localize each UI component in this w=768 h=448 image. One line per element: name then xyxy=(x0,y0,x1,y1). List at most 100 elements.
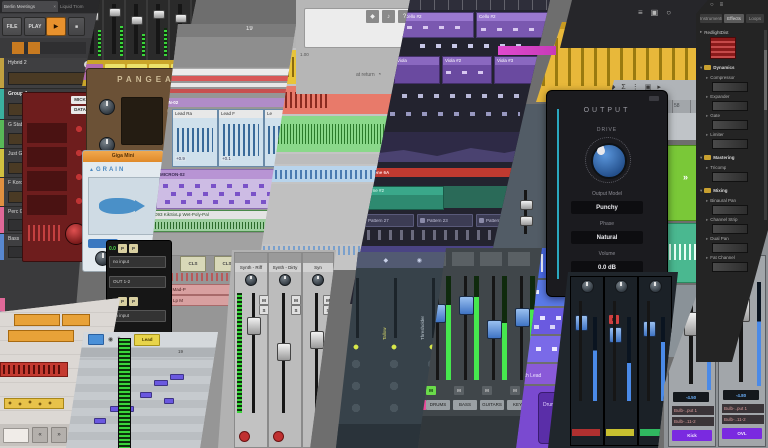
strip-fader-track[interactable] xyxy=(252,293,255,413)
fader-cap[interactable] xyxy=(175,14,187,23)
output-path-2[interactable]: Bulb-..11-2 xyxy=(672,417,714,426)
strip-buttons[interactable] xyxy=(235,253,267,263)
menu-icon[interactable]: ≡ xyxy=(720,2,724,8)
item-thumbnail-red[interactable] xyxy=(710,37,736,59)
fader-cap[interactable] xyxy=(109,8,121,17)
browser-scrollbar[interactable] xyxy=(764,30,767,220)
pangea-knob[interactable] xyxy=(99,99,115,115)
clip-cello-2[interactable]: Cello #2 xyxy=(476,12,548,38)
scroll-thumb[interactable] xyxy=(764,50,767,110)
mini-fader-cap[interactable] xyxy=(520,200,533,210)
list-item[interactable]: ▸ Tricomp xyxy=(706,163,764,172)
fader-cap[interactable] xyxy=(487,320,502,339)
list-item[interactable]: ▸ Expander xyxy=(706,92,764,101)
search-icon[interactable]: ○ xyxy=(666,8,671,17)
fader-cap[interactable] xyxy=(515,308,530,327)
file-button[interactable]: FILE xyxy=(2,17,22,36)
mute-button[interactable]: M xyxy=(291,295,301,305)
mini-fader-track[interactable] xyxy=(524,190,527,234)
panel-icon[interactable]: ▣ xyxy=(651,8,659,17)
drive-knob[interactable] xyxy=(591,143,627,179)
knob-icon[interactable]: ◉ xyxy=(417,257,422,264)
tab-berlin-meetings[interactable]: Berlin Meetings × xyxy=(2,1,58,12)
fl-slider[interactable] xyxy=(394,278,397,338)
fader-track[interactable] xyxy=(520,276,523,380)
fader-track[interactable] xyxy=(579,301,582,401)
pan-knob[interactable] xyxy=(312,274,324,286)
mute-button[interactable]: M xyxy=(426,386,436,395)
list-item[interactable]: ▸ Gate xyxy=(706,111,764,120)
pan-button[interactable]: P xyxy=(129,297,138,306)
pan-knob[interactable] xyxy=(279,274,291,286)
strip-fader-track[interactable] xyxy=(315,293,318,413)
fl-slider[interactable] xyxy=(432,278,435,338)
pan-knob[interactable] xyxy=(615,280,628,293)
list-item[interactable]: ▸ Limiter xyxy=(706,130,764,139)
track-name-strip[interactable]: Kick xyxy=(672,430,712,441)
mute-button[interactable]: M xyxy=(482,386,492,395)
group-header-dynamics[interactable]: ▾ Dynamics xyxy=(700,62,764,73)
audio-item-lead-f[interactable]: Lead F +0.1 xyxy=(218,109,264,167)
orange-clip[interactable] xyxy=(62,314,90,326)
fl-strip-label[interactable]: Tallow xyxy=(382,276,387,340)
stop-button[interactable]: ■ xyxy=(68,17,85,36)
midi-note[interactable] xyxy=(94,418,106,424)
list-item[interactable]: ▸ Dual Pan xyxy=(706,234,764,243)
audio-item-kiksix[interactable]: 093 KikSixLp Wet-Poly-Pal xyxy=(152,210,270,232)
clip-viola-2[interactable]: Viola #2 xyxy=(442,56,492,84)
phase-value[interactable]: Natural xyxy=(571,231,643,244)
track-name[interactable]: BASS xyxy=(453,400,477,410)
list-item[interactable]: ▸ Fat Channel xyxy=(706,253,764,262)
group-header-mastering[interactable]: ▾ Mastering xyxy=(700,152,764,163)
strip-buttons[interactable] xyxy=(303,253,333,263)
track-name[interactable]: DRUMS xyxy=(426,400,450,410)
track-name-strip[interactable]: OVL xyxy=(722,428,762,439)
close-icon[interactable]: × xyxy=(53,4,56,9)
drum-pads[interactable] xyxy=(27,119,67,215)
audio-item-lead-ra[interactable]: Lead Ra +0.9 xyxy=(172,109,218,167)
mute-button[interactable]: M xyxy=(454,386,464,395)
mute-button[interactable]: M xyxy=(323,295,333,305)
track-name[interactable]: GUITARS xyxy=(480,400,504,410)
editor-ruler[interactable]: 19 xyxy=(66,348,218,357)
pan-button[interactable]: P xyxy=(118,244,127,253)
strip-name[interactable]: Syn xyxy=(303,263,333,272)
automation-clip[interactable] xyxy=(370,132,538,162)
strip-name[interactable]: Synth - Dirty xyxy=(269,263,301,272)
strip-fader-cap[interactable] xyxy=(310,331,324,349)
fader-cap[interactable] xyxy=(459,296,474,315)
output-path-2[interactable]: Bulb-..11-2 xyxy=(722,415,764,424)
mute-button[interactable]: M xyxy=(510,386,520,395)
solo-button[interactable]: S xyxy=(323,305,333,315)
fl-strip-label[interactable]: Underspread xyxy=(344,276,349,340)
orange-clip[interactable] xyxy=(14,314,60,326)
note-icon[interactable]: ♪ xyxy=(382,10,395,23)
play-button[interactable]: ▶ xyxy=(46,17,66,36)
mini-fader-cap[interactable] xyxy=(520,216,533,226)
strip-fader-cap[interactable] xyxy=(277,343,291,361)
fader-cap[interactable] xyxy=(153,10,165,19)
sync-button[interactable] xyxy=(88,334,104,345)
fader-cap[interactable] xyxy=(131,16,143,25)
dotted-clip[interactable] xyxy=(4,398,64,409)
gain-value[interactable]: 0.0 xyxy=(109,246,116,252)
model-value[interactable]: Punchy xyxy=(571,201,643,214)
tab-instruments[interactable]: Instruments xyxy=(700,14,722,23)
forward-button[interactable]: » xyxy=(51,427,67,443)
rewind-button[interactable]: « xyxy=(32,427,48,443)
clip-slot-grid[interactable] xyxy=(12,42,86,54)
grain-header[interactable]: Giga Mini xyxy=(83,151,163,162)
pan-button[interactable]: P xyxy=(129,244,138,253)
clip-viola-1[interactable]: Viola xyxy=(394,56,440,84)
output-path[interactable]: Bulb-..put 1 xyxy=(672,406,714,415)
play-label-button[interactable]: PLAY xyxy=(24,17,46,36)
list-item[interactable]: ▸ Channel Strip xyxy=(706,215,764,224)
fader-track[interactable] xyxy=(647,301,650,401)
search-icon[interactable]: ○ xyxy=(710,2,714,8)
fl-strip-label[interactable]: Thresholder xyxy=(420,276,425,340)
tab-loops[interactable]: Loops xyxy=(746,14,764,23)
clip-cello-1[interactable]: Cello #2 xyxy=(402,12,474,38)
orange-clip-wide[interactable] xyxy=(8,330,74,342)
list-item[interactable]: ▸ Compressor xyxy=(706,73,764,82)
lead-tag[interactable]: Lead xyxy=(134,334,160,346)
